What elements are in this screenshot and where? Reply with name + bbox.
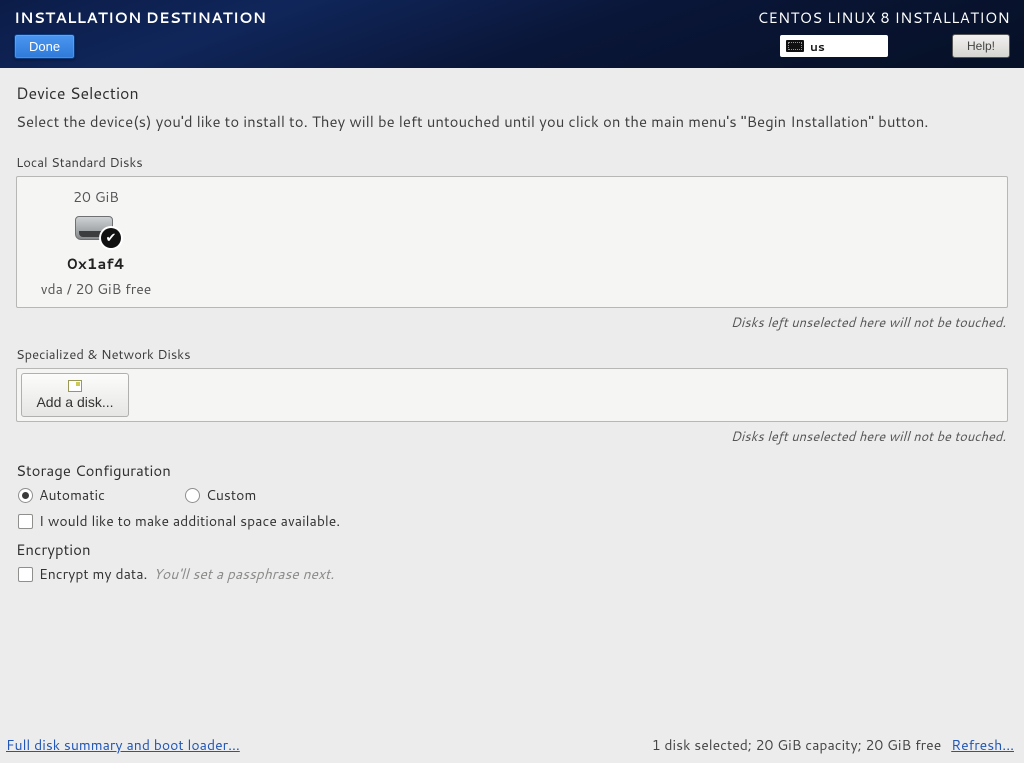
encrypt-passphrase-hint: You'll set a passphrase next. [153, 564, 334, 584]
checkbox-icon [18, 514, 33, 529]
help-button[interactable]: Help! [952, 34, 1010, 58]
done-button[interactable]: Done [14, 34, 75, 59]
checkbox-reclaim-space[interactable]: I would like to make additional space av… [16, 511, 1008, 531]
keyboard-layout-indicator[interactable]: us [780, 35, 888, 57]
radio-icon [185, 488, 200, 503]
encryption-heading: Encryption [16, 539, 1008, 560]
footer-bar: Full disk summary and boot loader... 1 d… [0, 735, 1024, 763]
radio-custom[interactable]: Custom [185, 485, 256, 505]
header-controls: us Help! [780, 34, 1010, 58]
product-title: CENTOS LINUX 8 INSTALLATION [757, 7, 1010, 28]
disk-size: 20 GiB [73, 187, 119, 207]
add-disk-icon [68, 380, 82, 392]
storage-config-radios: Automatic Custom [16, 485, 1008, 505]
add-disk-label: Add a disk... [36, 394, 113, 410]
network-disks-label: Specialized & Network Disks [16, 346, 1008, 364]
local-disks-panel: 20 GiB ✔ 0x1af4 vda / 20 GiB free [16, 176, 1008, 308]
keyboard-icon [786, 40, 804, 52]
network-disks-panel: Add a disk... [16, 368, 1008, 422]
device-selection-heading: Device Selection [16, 82, 1008, 105]
header-left-group: INSTALLATION DESTINATION Done [14, 5, 266, 59]
refresh-link[interactable]: Refresh... [951, 735, 1014, 755]
header-right-group: CENTOS LINUX 8 INSTALLATION us Help! [757, 5, 1010, 58]
radio-automatic-label: Automatic [39, 485, 105, 505]
keyboard-layout-label: us [810, 38, 825, 55]
network-disks-hint: Disks left unselected here will not be t… [16, 428, 1006, 446]
checkbox-encrypt[interactable]: Encrypt my data. You'll set a passphrase… [16, 564, 1008, 584]
page-title: INSTALLATION DESTINATION [14, 7, 266, 28]
storage-configuration-section: Storage Configuration Automatic Custom I… [16, 460, 1008, 531]
storage-configuration-heading: Storage Configuration [16, 460, 1008, 481]
disk-model: 0x1af4 [67, 253, 125, 274]
device-selection-instructions: Select the device(s) you'd like to insta… [16, 111, 1008, 132]
footer-status-text: 1 disk selected; 20 GiB capacity; 20 GiB… [652, 735, 942, 755]
footer-status-group: 1 disk selected; 20 GiB capacity; 20 GiB… [652, 735, 1014, 755]
local-disks-hint: Disks left unselected here will not be t… [16, 314, 1006, 332]
full-disk-summary-link[interactable]: Full disk summary and boot loader... [6, 735, 240, 755]
header-bar: INSTALLATION DESTINATION Done CENTOS LIN… [0, 0, 1024, 68]
disk-device-free: vda / 20 GiB free [41, 279, 152, 299]
radio-automatic[interactable]: Automatic [18, 485, 105, 505]
add-disk-button[interactable]: Add a disk... [21, 373, 129, 417]
radio-icon [18, 488, 33, 503]
local-disks-label: Local Standard Disks [16, 154, 1008, 172]
checkbox-icon [18, 567, 33, 582]
selected-check-icon: ✔ [101, 228, 121, 248]
radio-custom-label: Custom [206, 485, 256, 505]
encryption-section: Encryption Encrypt my data. You'll set a… [16, 539, 1008, 584]
checkbox-encrypt-label: Encrypt my data. [39, 564, 147, 584]
hard-drive-icon: ✔ [73, 212, 119, 246]
checkbox-reclaim-label: I would like to make additional space av… [39, 511, 340, 531]
disk-item[interactable]: 20 GiB ✔ 0x1af4 vda / 20 GiB free [31, 187, 161, 299]
main-content: Device Selection Select the device(s) yo… [0, 68, 1024, 735]
